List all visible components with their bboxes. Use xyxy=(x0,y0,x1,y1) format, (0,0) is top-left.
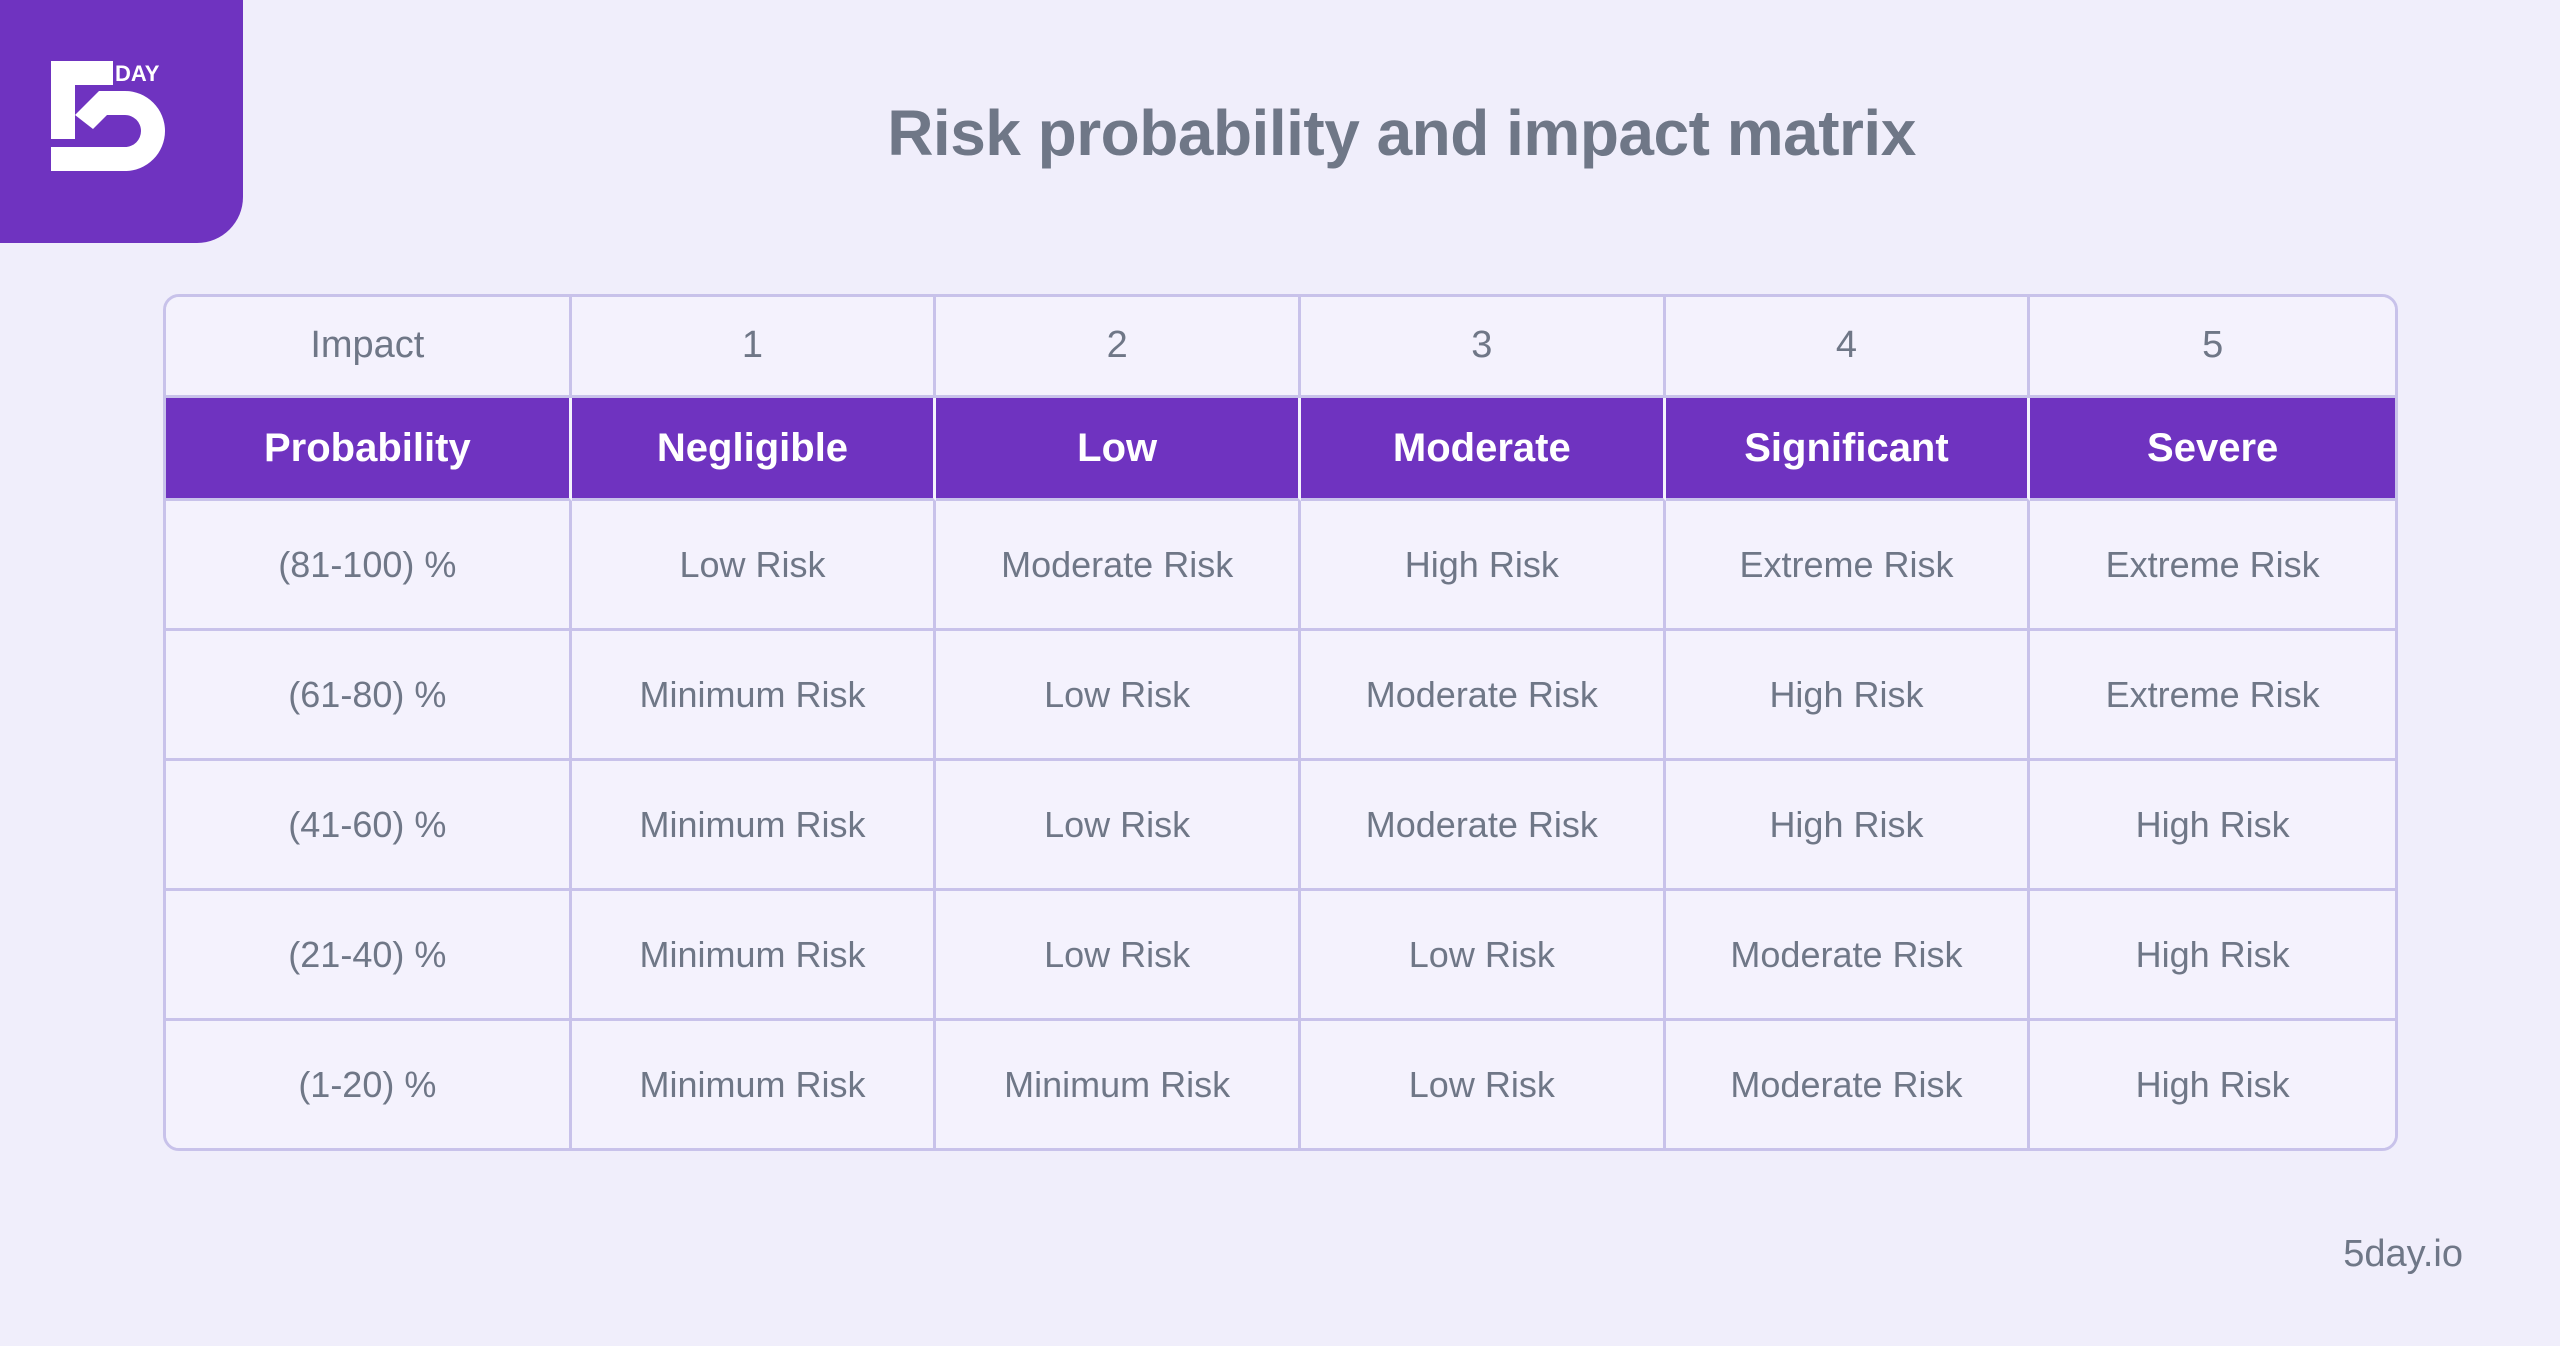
impact-score-4: 4 xyxy=(1665,297,2031,398)
impact-header-label: Impact xyxy=(166,297,572,398)
impact-score-5: 5 xyxy=(2030,297,2395,398)
impact-score-2: 2 xyxy=(936,297,1301,398)
impact-score-3: 3 xyxy=(1300,297,1666,398)
matrix-row: (41-60) % Minimum Risk Low Risk Moderate… xyxy=(166,761,2395,891)
probability-header-label: Probability xyxy=(166,398,572,501)
impact-category-low: Low xyxy=(936,398,1301,501)
footer-brand-text: 5day.io xyxy=(2343,1233,2463,1275)
page-title: Risk probability and impact matrix xyxy=(887,97,1916,169)
risk-cell: Extreme Risk xyxy=(1665,501,2031,631)
matrix-row: (21-40) % Minimum Risk Low Risk Low Risk… xyxy=(166,891,2395,1021)
risk-cell: Low Risk xyxy=(1300,1021,1666,1148)
matrix-row: (81-100) % Low Risk Moderate Risk High R… xyxy=(166,501,2395,631)
probability-band-label: (1-20) % xyxy=(166,1021,572,1148)
risk-cell: Extreme Risk xyxy=(2030,631,2395,761)
probability-band-label: (21-40) % xyxy=(166,891,572,1021)
risk-cell: Minimum Risk xyxy=(571,1021,937,1148)
impact-score-header-row: Impact 1 2 3 4 5 xyxy=(166,297,2395,398)
risk-cell: Minimum Risk xyxy=(571,631,937,761)
risk-cell: Low Risk xyxy=(936,761,1301,891)
risk-cell: Minimum Risk xyxy=(571,761,937,891)
risk-cell: Low Risk xyxy=(936,631,1301,761)
five-day-logo-icon: DAY xyxy=(50,60,165,171)
risk-cell: Low Risk xyxy=(1300,891,1666,1021)
impact-category-severe: Severe xyxy=(2030,398,2395,501)
risk-cell: Moderate Risk xyxy=(1665,891,2031,1021)
probability-band-label: (61-80) % xyxy=(166,631,572,761)
risk-cell: Moderate Risk xyxy=(1300,761,1666,891)
risk-cell: High Risk xyxy=(1300,501,1666,631)
impact-category-moderate: Moderate xyxy=(1300,398,1666,501)
risk-cell: High Risk xyxy=(2030,1021,2395,1148)
risk-cell: Minimum Risk xyxy=(936,1021,1301,1148)
impact-category-significant: Significant xyxy=(1665,398,2031,501)
risk-cell: Low Risk xyxy=(571,501,937,631)
risk-cell: Minimum Risk xyxy=(571,891,937,1021)
risk-cell: Low Risk xyxy=(936,891,1301,1021)
logo-day-text: DAY xyxy=(115,61,160,86)
risk-cell: High Risk xyxy=(1665,761,2031,891)
risk-matrix-table: Impact 1 2 3 4 5 Probability Negligible … xyxy=(163,294,2398,1151)
risk-cell: High Risk xyxy=(2030,761,2395,891)
brand-logo: DAY xyxy=(0,0,243,243)
risk-matrix-container: Impact 1 2 3 4 5 Probability Negligible … xyxy=(163,294,2398,1151)
impact-category-negligible: Negligible xyxy=(571,398,937,501)
matrix-row: (61-80) % Minimum Risk Low Risk Moderate… xyxy=(166,631,2395,761)
probability-band-label: (81-100) % xyxy=(166,501,572,631)
risk-cell: Moderate Risk xyxy=(936,501,1301,631)
probability-band-label: (41-60) % xyxy=(166,761,572,891)
matrix-row: (1-20) % Minimum Risk Minimum Risk Low R… xyxy=(166,1021,2395,1148)
risk-cell: Moderate Risk xyxy=(1300,631,1666,761)
risk-cell: Moderate Risk xyxy=(1665,1021,2031,1148)
risk-cell: High Risk xyxy=(2030,891,2395,1021)
risk-cell: Extreme Risk xyxy=(2030,501,2395,631)
impact-category-header-row: Probability Negligible Low Moderate Sign… xyxy=(166,398,2395,501)
impact-score-1: 1 xyxy=(571,297,937,398)
risk-cell: High Risk xyxy=(1665,631,2031,761)
